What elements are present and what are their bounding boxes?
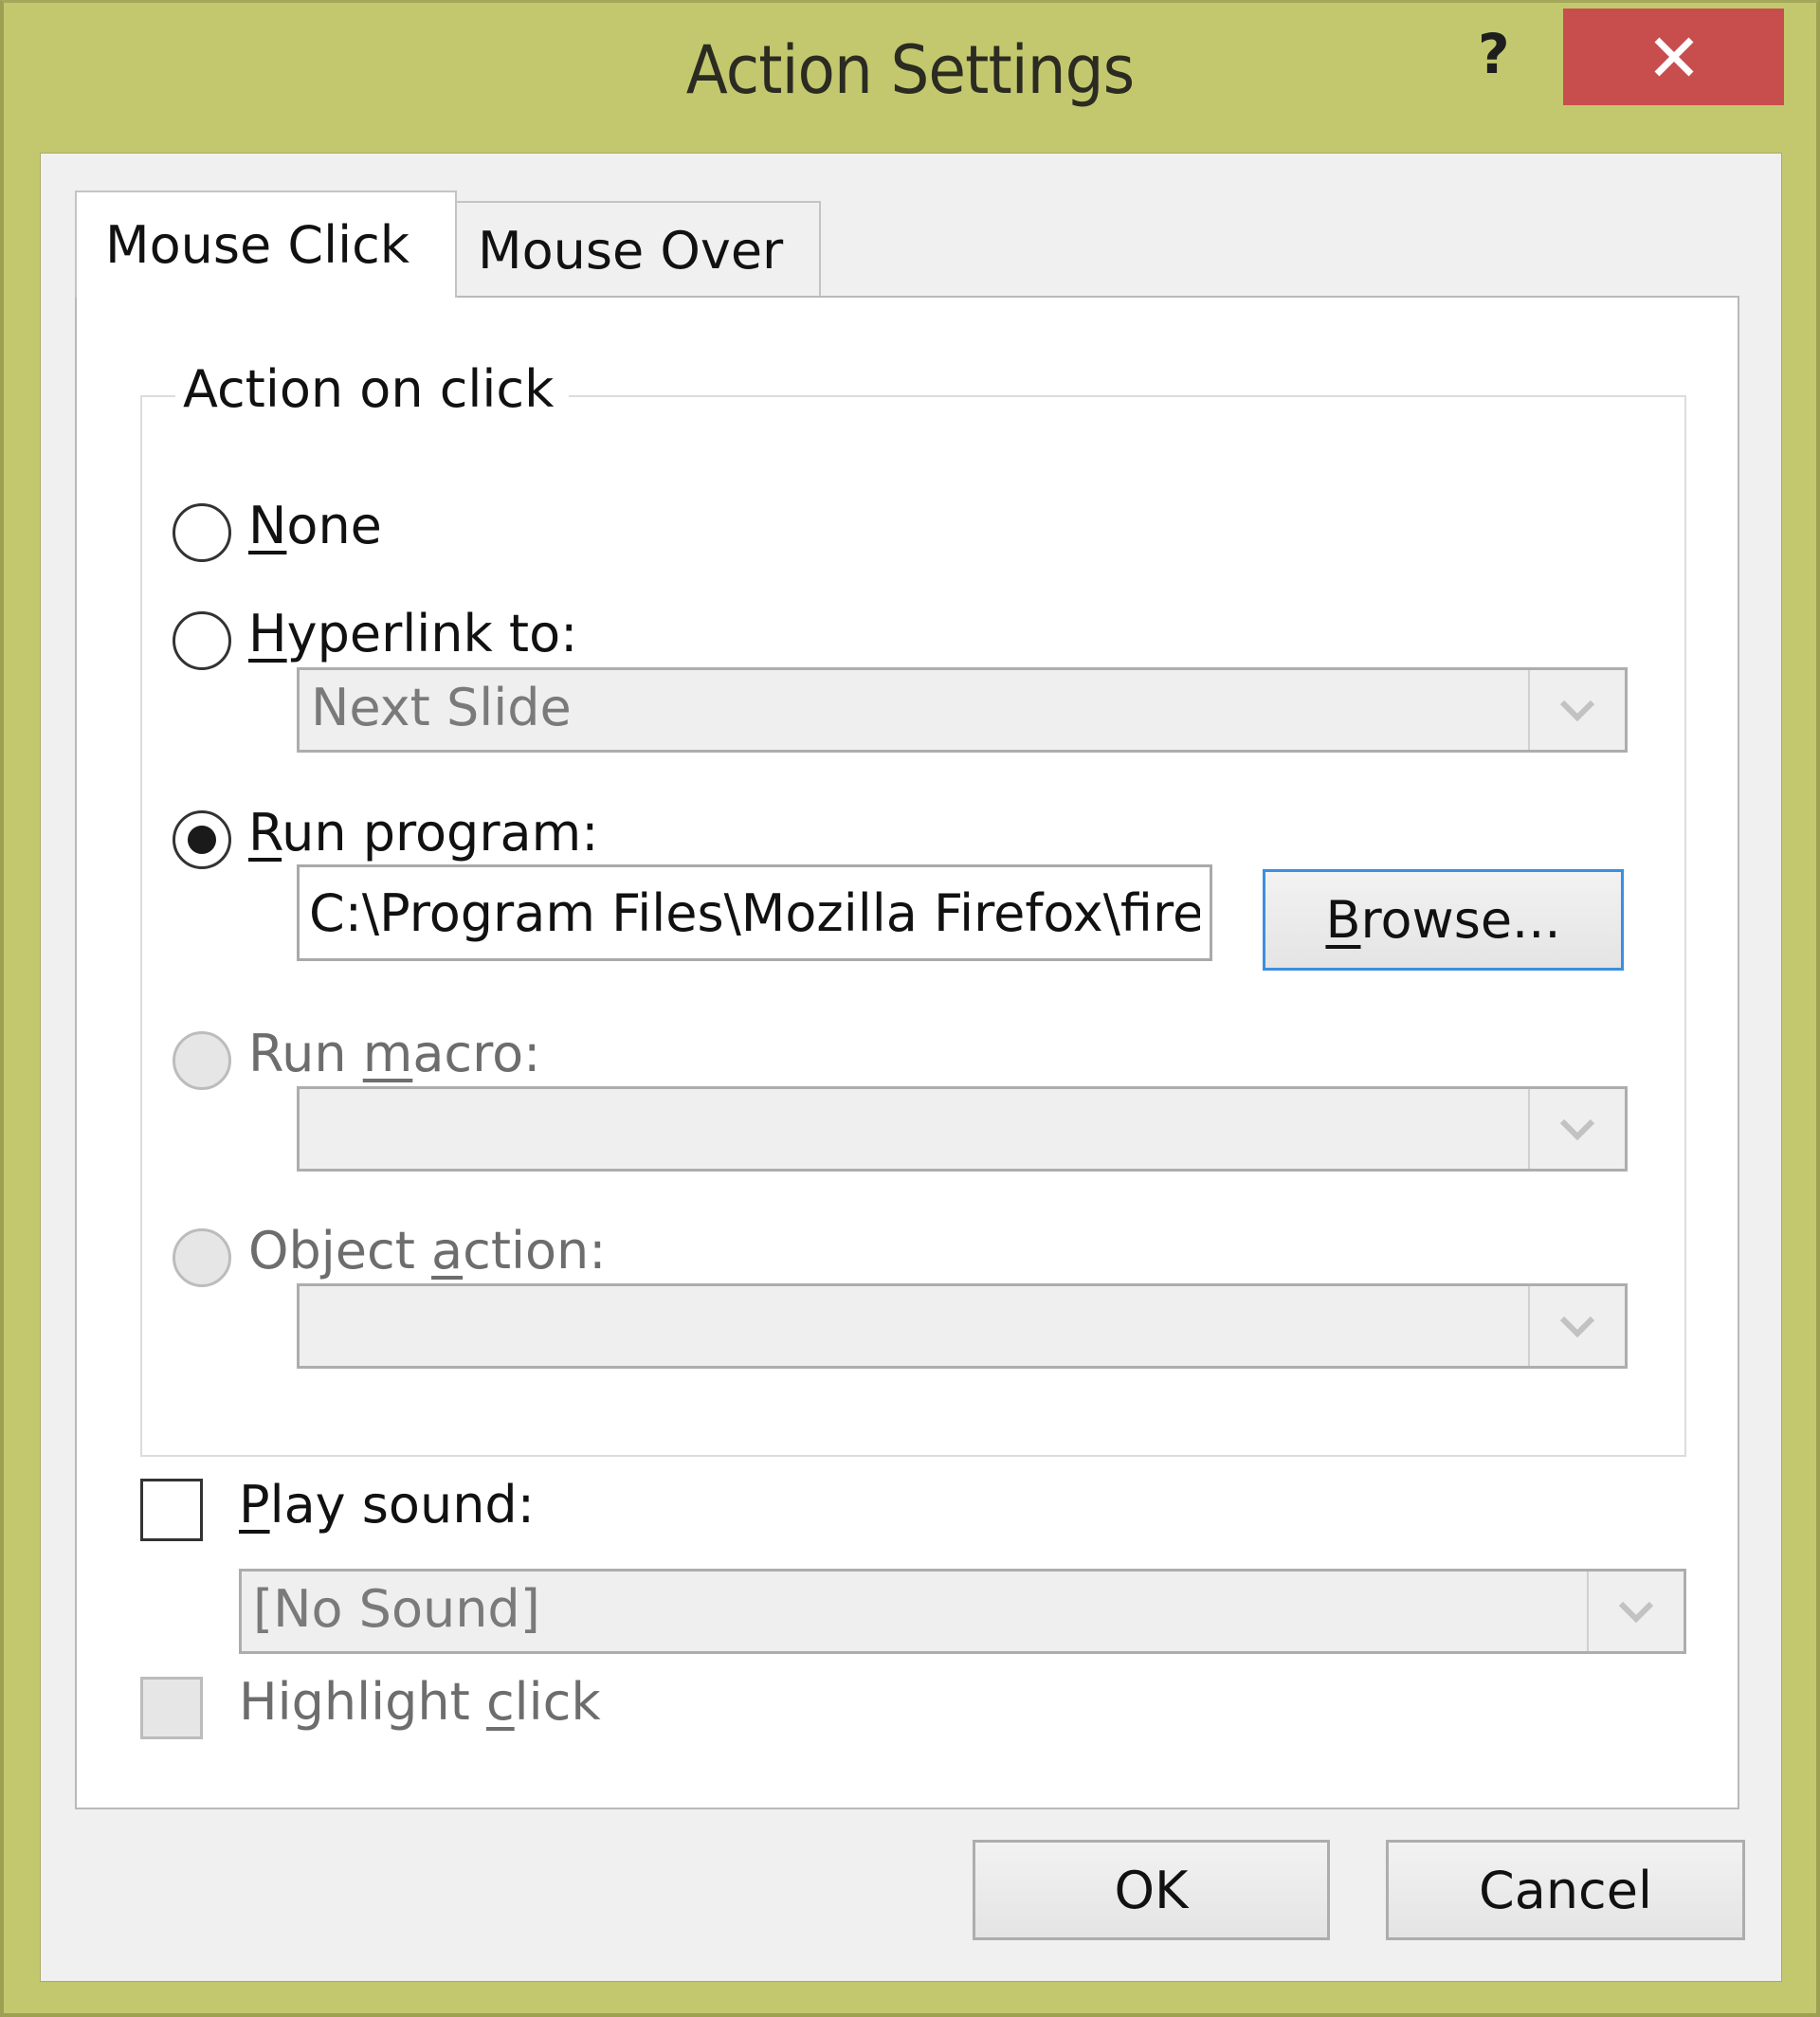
radio-object-action-label[interactable]: Object action: (248, 1221, 606, 1281)
ok-button[interactable]: OK (973, 1840, 1330, 1940)
highlight-click-checkbox[interactable] (140, 1677, 203, 1739)
tab-mouse-click-label: Mouse Click (105, 215, 410, 275)
group-legend: Action on click (175, 359, 570, 419)
macro-combo[interactable] (297, 1086, 1628, 1172)
highlight-click-label[interactable]: Highlight click (239, 1672, 601, 1732)
hyperlink-combo[interactable]: Next Slide (297, 667, 1628, 753)
play-sound-checkbox[interactable] (140, 1479, 203, 1541)
radio-object-action[interactable] (173, 1228, 231, 1287)
sound-combo-value: [No Sound] (253, 1579, 540, 1639)
program-path-input[interactable] (297, 864, 1212, 961)
radio-run-macro[interactable] (173, 1031, 231, 1090)
chevron-down-icon (1528, 1089, 1625, 1169)
close-icon (1654, 37, 1693, 77)
radio-hyperlink-label[interactable]: Hyperlink to: (248, 604, 577, 663)
sound-combo[interactable]: [No Sound] (239, 1569, 1686, 1654)
help-button[interactable]: ? (1478, 22, 1510, 86)
radio-selected-dot (188, 826, 216, 854)
radio-run-macro-label[interactable]: Run macro: (248, 1024, 540, 1083)
radio-none-label[interactable]: None (248, 496, 382, 555)
cancel-button[interactable]: Cancel (1386, 1840, 1745, 1940)
radio-none[interactable] (173, 503, 231, 562)
dialog-window: Action Settings ? Mouse Click Mouse Over… (0, 0, 1820, 2017)
play-sound-label[interactable]: Play sound: (239, 1475, 535, 1535)
program-path-field[interactable] (300, 867, 1210, 958)
close-button[interactable] (1563, 9, 1784, 105)
hyperlink-combo-value: Next Slide (311, 678, 572, 737)
browse-button[interactable]: Browse... (1263, 869, 1624, 971)
tab-panel-mouse-click: Action on click None Hyperlink to: Next … (75, 296, 1739, 1809)
action-on-click-group: Action on click None Hyperlink to: Next … (140, 359, 1686, 1457)
radio-run-program[interactable] (173, 810, 231, 869)
chevron-down-icon (1528, 1286, 1625, 1366)
tab-mouse-click[interactable]: Mouse Click (75, 191, 457, 298)
object-action-combo[interactable] (297, 1283, 1628, 1369)
dialog-client: Mouse Click Mouse Over Action on click N… (40, 153, 1782, 1982)
radio-hyperlink[interactable] (173, 611, 231, 670)
tab-mouse-over[interactable]: Mouse Over (455, 201, 821, 298)
chevron-down-icon (1587, 1572, 1684, 1651)
tab-mouse-over-label: Mouse Over (478, 220, 784, 281)
radio-run-program-label[interactable]: Run program: (248, 803, 598, 863)
chevron-down-icon (1528, 670, 1625, 750)
